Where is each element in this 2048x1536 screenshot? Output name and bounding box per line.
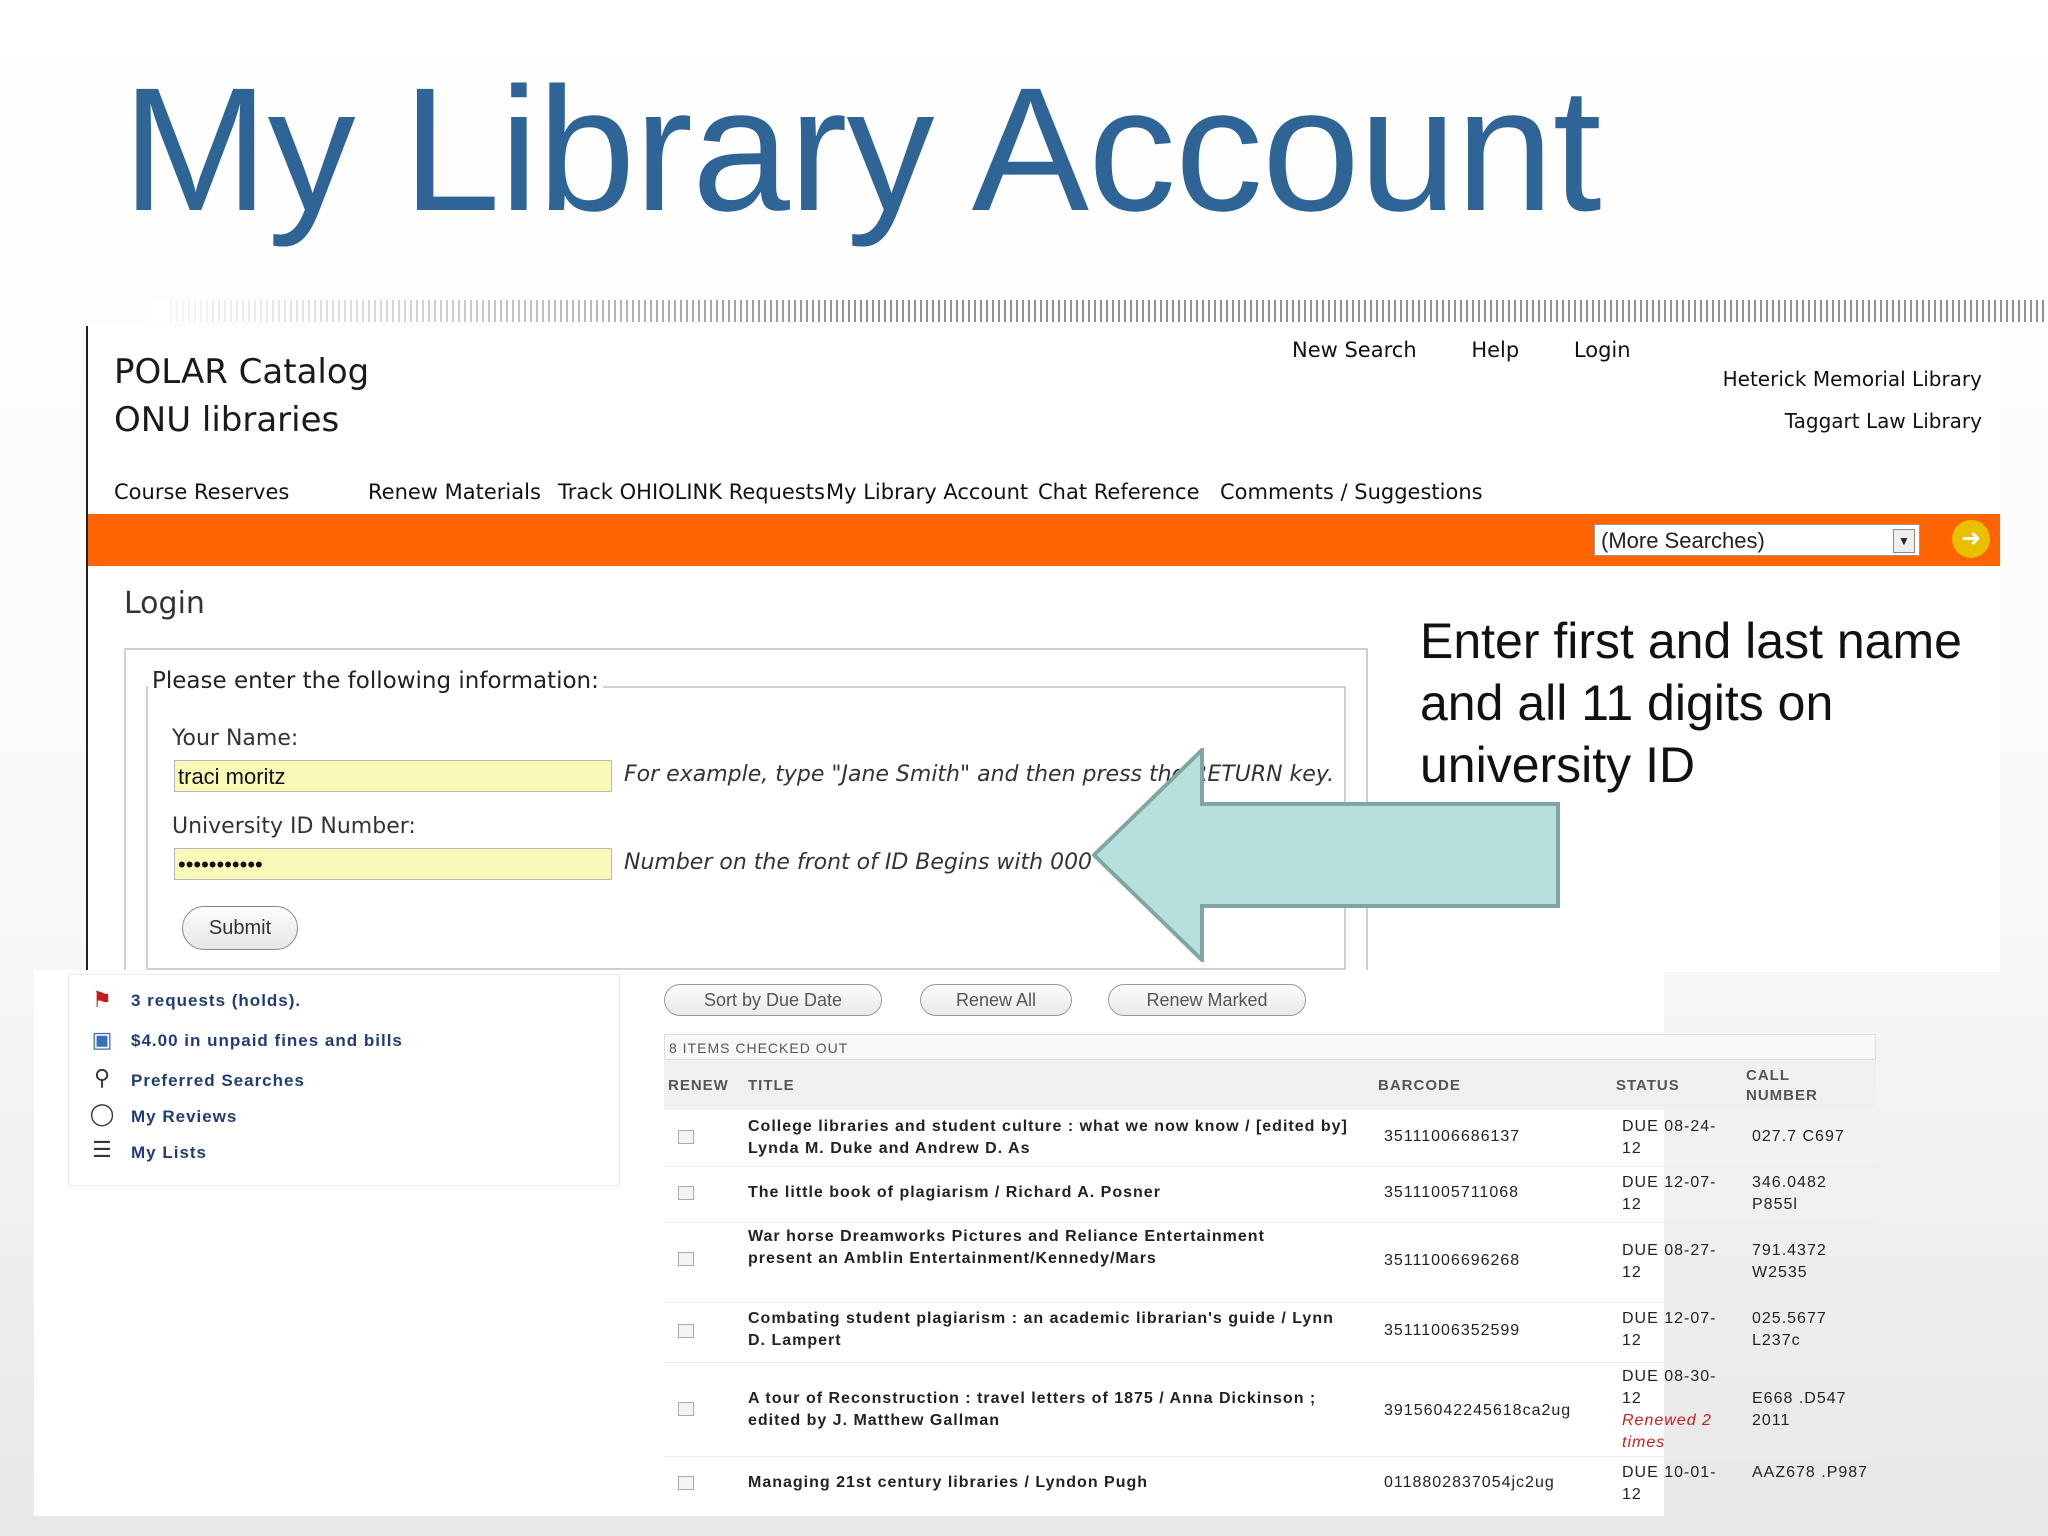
heterick-library-link[interactable]: Heterick Memorial Library [1723,358,1982,400]
row-status: DUE 10-01-12 [1622,1464,1717,1503]
row-barcode: 35111006352599 [1384,1322,1521,1339]
more-searches-value: (More Searches) [1601,528,1765,553]
renewed-note: Renewed 2 times [1622,1412,1712,1451]
col-title: TITLE [748,1077,795,1094]
nav-course-reserves[interactable]: Course Reserves [114,480,289,504]
row-barcode: 35111006686137 [1384,1128,1521,1145]
row-call-number: 791.4372 W2535 [1752,1242,1827,1281]
renew-all-button[interactable]: Renew All [920,984,1072,1016]
row-status: DUE 08-27-12 [1622,1242,1717,1281]
col-barcode: BARCODE [1378,1077,1461,1094]
nav-renew-materials[interactable]: Renew Materials [368,480,541,504]
login-link[interactable]: Login [1574,338,1631,362]
university-id-input[interactable]: ••••••••••• [174,848,612,880]
row-call-number: 025.5677 L237c [1752,1310,1827,1349]
renew-checkbox[interactable] [678,1324,694,1338]
row-barcode: 0118802837054jc2ug [1384,1474,1555,1491]
id-hint: Number on the front of ID Begins with 00… [624,850,1093,875]
renew-checkbox[interactable] [678,1186,694,1200]
table-row: College libraries and student culture : … [664,1110,1876,1167]
row-call-number: AAZ678 .P987 [1752,1464,1869,1481]
submit-button[interactable]: Submit [182,906,298,950]
renew-checkbox[interactable] [678,1252,694,1266]
my-reviews-link[interactable]: My Reviews [131,1107,237,1127]
row-barcode: 35111006696268 [1384,1252,1521,1269]
table-row: War horse Dreamworks Pictures and Relian… [664,1222,1876,1303]
column-headers: RENEW TITLE BARCODE STATUS CALL NUMBER [664,1060,1876,1110]
top-links: New Search Help Login [1292,338,1679,362]
fines-link[interactable]: $4.00 in unpaid fines and bills [131,1031,403,1051]
brand-line-1: POLAR Catalog [114,352,370,392]
slide-title: My Library Account [122,52,1602,248]
row-call-number: 027.7 C697 [1752,1128,1845,1145]
items-header: 8 ITEMS CHECKED OUT [664,1034,1876,1060]
row-call-number: 346.0482 P855l [1752,1174,1827,1213]
row-title[interactable]: Managing 21st century libraries / Lyndon… [748,1472,1358,1494]
sort-by-due-date-button[interactable]: Sort by Due Date [664,984,882,1016]
row-title[interactable]: Combating student plagiarism : an academ… [748,1308,1348,1352]
help-link[interactable]: Help [1471,338,1519,362]
row-status: DUE 08-24-12 [1622,1118,1717,1157]
more-searches-select[interactable]: (More Searches) ▼ [1594,524,1920,556]
nav-comments-suggestions[interactable]: Comments / Suggestions [1220,480,1483,504]
left-arrow-icon [1092,748,1560,962]
name-label: Your Name: [172,726,299,751]
row-title[interactable]: College libraries and student culture : … [748,1116,1358,1160]
my-lists-link[interactable]: My Lists [131,1143,207,1163]
name-input[interactable]: traci moritz [174,760,612,792]
nav-my-library-account[interactable]: My Library Account [826,480,1028,504]
row-call-number: E668 .D547 2011 [1752,1390,1847,1429]
row-status: DUE 12-07-12 [1622,1174,1717,1213]
table-row: Managing 21st century libraries / Lyndon… [664,1456,1876,1512]
renew-checkbox[interactable] [678,1476,694,1490]
speech-bubble-icon: ◯ [89,1101,115,1126]
renew-checkbox[interactable] [678,1130,694,1144]
row-title[interactable]: War horse Dreamworks Pictures and Relian… [748,1226,1268,1270]
flag-icon: ⚑ [92,987,112,1012]
nav-track-ohiolink[interactable]: Track OHIOLINK Requests [558,480,825,504]
col-call-number: CALL NUMBER [1746,1067,1818,1104]
row-barcode: 35111005711068 [1384,1184,1520,1201]
requests-link[interactable]: 3 requests (holds). [131,991,301,1011]
taggart-library-link[interactable]: Taggart Law Library [1723,400,1982,442]
catalog-brand: POLAR Catalog ONU libraries [114,348,369,444]
table-row: Combating student plagiarism : an academ… [664,1302,1876,1363]
chevron-down-icon: ▼ [1893,529,1915,553]
row-barcode: 39156042245618ca2ug [1384,1402,1572,1419]
row-title[interactable]: The little book of plagiarism / Richard … [748,1182,1358,1204]
magnifier-icon: ⚲ [93,1065,111,1090]
go-arrow-icon[interactable]: ➜ [1952,520,1990,558]
row-status: DUE 08-30-12 [1622,1368,1717,1407]
renew-marked-button[interactable]: Renew Marked [1108,984,1306,1016]
nav-chat-reference[interactable]: Chat Reference [1038,480,1200,504]
table-row: A tour of Reconstruction : travel letter… [664,1362,1876,1457]
col-status: STATUS [1616,1077,1680,1094]
form-legend: Please enter the following information: [148,668,603,694]
account-summary-screenshot: ⚑ 3 requests (holds). ▣ $4.00 in unpaid … [34,970,1876,1516]
new-search-link[interactable]: New Search [1292,338,1417,362]
preferred-searches-link[interactable]: Preferred Searches [131,1071,305,1091]
login-heading: Login [124,586,205,621]
list-icon: ☰ [92,1137,112,1162]
row-title[interactable]: A tour of Reconstruction : travel letter… [748,1388,1368,1432]
account-side-panel: ⚑ 3 requests (holds). ▣ $4.00 in unpaid … [68,974,620,1186]
col-renew: RENEW [668,1077,729,1094]
table-row: The little book of plagiarism / Richard … [664,1166,1876,1223]
decorative-tick-fade [150,300,850,322]
renew-checkbox[interactable] [678,1402,694,1416]
row-status: DUE 12-07-12 [1622,1310,1717,1349]
library-links: Heterick Memorial Library Taggart Law Li… [1723,358,1982,442]
brand-line-2: ONU libraries [114,400,340,440]
money-icon: ▣ [91,1027,113,1052]
id-label: University ID Number: [172,814,416,839]
